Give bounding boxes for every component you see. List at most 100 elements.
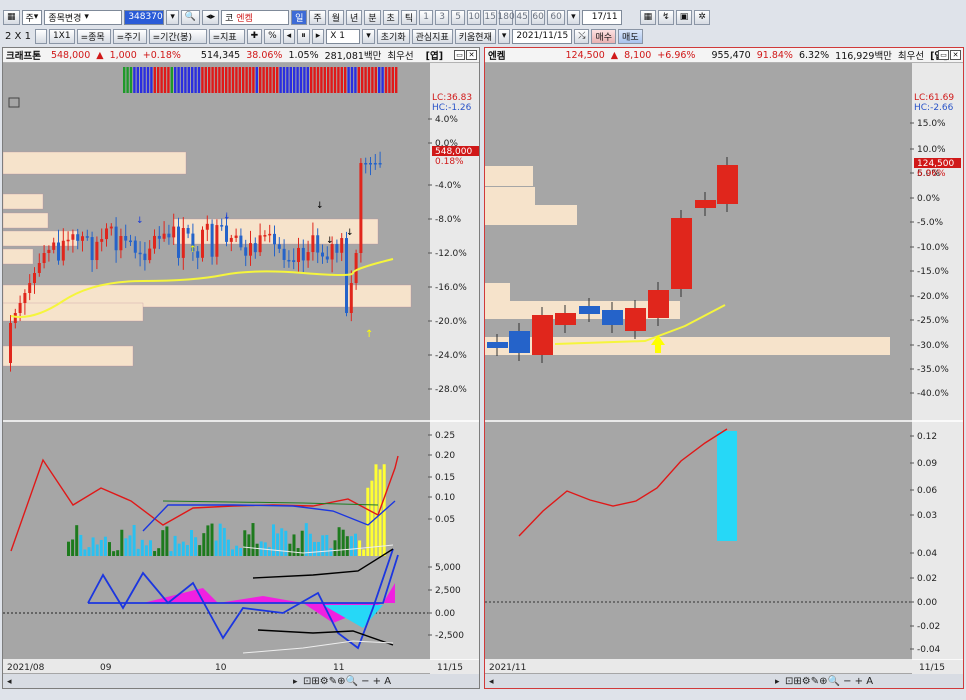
hc-label: HC:-1.26	[432, 103, 472, 113]
save-icon[interactable]: ▣	[675, 9, 693, 25]
buy-button[interactable]: 매수	[591, 28, 617, 44]
y-tick-label: -0.04	[917, 645, 941, 655]
interest-indicator-button[interactable]: 관심지표	[411, 28, 453, 44]
candle-body	[42, 253, 46, 263]
signal-bar	[160, 67, 163, 93]
signal-bar	[153, 67, 156, 93]
chart-canvas-right[interactable]: LC:61.69HC:-2.6615.0%10.0%5.0%0.0%-5.0%-…	[485, 63, 963, 688]
x-axis-area	[3, 660, 479, 673]
crosshair-icon[interactable]: ✚	[246, 28, 263, 44]
interval-5[interactable]: 5	[451, 9, 466, 25]
interval-60b[interactable]: 60	[547, 9, 566, 25]
prev-stock-icon[interactable]: ◂▸	[202, 9, 220, 25]
change-pct: +0.18%	[142, 49, 181, 61]
zoom-dropdown[interactable]: ▾	[362, 28, 375, 44]
interval-180[interactable]: 180	[498, 9, 515, 25]
y-tick-label: 0.06	[917, 486, 937, 496]
scroll-left-icon: ◂	[7, 677, 12, 687]
layout-icon-button[interactable]: ▦	[3, 9, 20, 25]
reset-button[interactable]: 초기화	[376, 28, 410, 44]
code-dropdown-button[interactable]: ▾	[166, 9, 179, 25]
chart-panel-left: 크래프톤 548,000 ▲ 1,000 +0.18% 514,345 38.06…	[2, 47, 480, 689]
link-icon[interactable]: ↯	[658, 9, 674, 25]
signal-arrow: ↑	[365, 329, 373, 340]
interval-1[interactable]: 1	[419, 9, 434, 25]
volume-bar	[210, 523, 214, 556]
signal-bar	[306, 67, 309, 93]
one-by-one-button[interactable]: 1X1	[48, 28, 75, 44]
tab-minute[interactable]: 분	[364, 9, 381, 25]
y-tick-label: -35.0%	[917, 365, 949, 375]
chart-canvas-left[interactable]: ↓↓↓↓↓↑↑LC:36.83HC:-1.264.0%0.0%-4.0%-8.0…	[3, 63, 479, 688]
item-stock-button[interactable]: =종목	[76, 28, 111, 44]
scroll-left-icon[interactable]: ◂	[282, 28, 296, 44]
signal-bar	[276, 67, 279, 93]
period-select[interactable]: 주 ▾	[21, 9, 43, 25]
signal-bar	[163, 67, 167, 93]
signal-bar	[350, 67, 354, 93]
layout-box-icon[interactable]	[34, 28, 47, 44]
count-field[interactable]: 17/11	[581, 9, 622, 25]
tab-day[interactable]: 일	[291, 9, 308, 25]
tab-month[interactable]: 월	[327, 9, 344, 25]
item-indicator-button[interactable]: =지표	[208, 28, 245, 44]
candle-body	[297, 247, 300, 263]
restore-icon[interactable]: ▭	[454, 50, 465, 60]
interval-15[interactable]: 15	[483, 9, 498, 25]
item-period-button[interactable]: =주기	[112, 28, 147, 44]
interval-45[interactable]: 45	[515, 9, 530, 25]
search-icon[interactable]: 🔍	[180, 9, 201, 25]
volume-ratio: 91.84%	[756, 49, 793, 61]
candle-body	[196, 251, 200, 258]
interval-60a[interactable]: 60	[531, 9, 546, 25]
stock-name: 크래프톤	[6, 51, 41, 62]
interval-dropdown[interactable]: ▾	[567, 9, 580, 25]
volume-bar	[87, 547, 91, 556]
x-tick-label: 11	[333, 663, 344, 673]
y-tick-label: -5.0%	[917, 218, 944, 228]
volume-bar	[300, 530, 304, 556]
tab-tick[interactable]: 틱	[400, 9, 418, 25]
close-icon[interactable]: ✕	[950, 50, 961, 60]
item-range-button[interactable]: =기간(봉)	[148, 28, 207, 44]
panel-header-right: 엔켐 124,500 ▲ 8,100 +6.96% 955,470 91.84% …	[485, 48, 963, 63]
settings-icon[interactable]: ✲	[694, 9, 710, 25]
close-icon[interactable]: ✕	[466, 50, 477, 60]
x-tick-label: 2021/11	[489, 663, 526, 673]
interval-3[interactable]: 3	[435, 9, 450, 25]
candle-body	[114, 226, 118, 251]
restore-icon[interactable]: ▭	[938, 50, 949, 60]
tab-second[interactable]: 초	[382, 9, 399, 25]
key-current-button[interactable]: 키움현재	[454, 28, 496, 44]
scroll-right-icon[interactable]: ▸	[311, 28, 325, 44]
stock-name-field[interactable]: 코 엔켐	[221, 9, 290, 25]
signal-bar	[282, 67, 286, 93]
price-tag-label: 124,500	[917, 159, 954, 169]
tab-week[interactable]: 주	[309, 9, 326, 25]
interval-10[interactable]: 10	[467, 9, 482, 25]
price-box	[3, 193, 44, 210]
candle-body	[229, 237, 233, 242]
grid-icon[interactable]: ▦	[639, 9, 657, 25]
chart-tool-icon[interactable]: ⤯	[574, 28, 590, 44]
candle-body	[509, 331, 530, 353]
change-value: 1,000	[109, 49, 137, 61]
candle-body	[47, 249, 51, 253]
table-icon	[8, 97, 20, 108]
zoom-select[interactable]: X 1	[326, 28, 361, 44]
stock-code-input[interactable]: 348370	[124, 9, 165, 25]
signal-bar	[367, 67, 371, 93]
signal-bar	[323, 67, 326, 93]
signal-bar	[269, 67, 272, 93]
percent-button[interactable]: %	[264, 28, 281, 44]
volume-bar	[243, 530, 247, 556]
volume-bar	[177, 543, 181, 556]
tab-year[interactable]: 년	[345, 9, 363, 25]
sell-button[interactable]: 매도	[618, 28, 643, 44]
date-field[interactable]: 2021/11/15	[512, 28, 573, 44]
pause-icon[interactable]: ⏸	[297, 28, 310, 44]
date-dropdown[interactable]: ▾	[497, 28, 511, 44]
y-tick-label: 0.09	[917, 459, 937, 469]
stock-change-select[interactable]: 종목변경 ▾	[44, 9, 123, 25]
change-pct: +6.96%	[657, 49, 696, 61]
